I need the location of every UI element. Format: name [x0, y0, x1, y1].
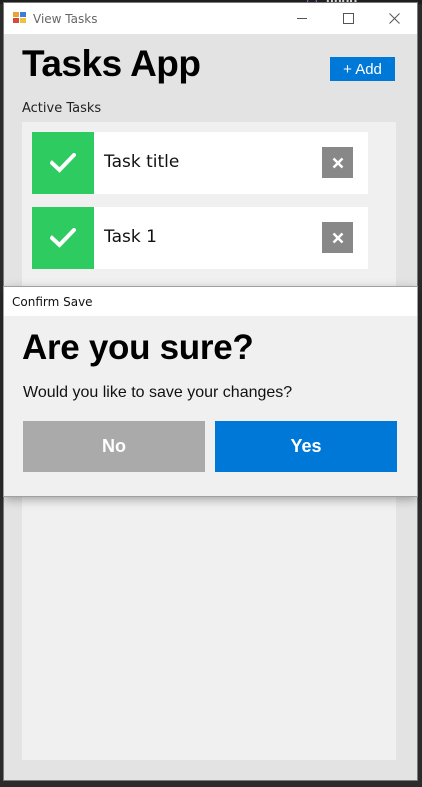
checkmark-icon: [50, 228, 76, 248]
minimize-button[interactable]: [279, 3, 325, 34]
task-title: Task title: [104, 152, 180, 172]
window-titlebar: View Tasks: [4, 3, 417, 34]
task-delete-button[interactable]: [322, 222, 353, 253]
minimize-icon: [296, 18, 307, 19]
app-windows-icon: [13, 12, 26, 24]
dialog-titlebar: Confirm Save: [4, 287, 417, 316]
add-task-button[interactable]: + Add: [330, 57, 395, 81]
maximize-button[interactable]: [325, 3, 371, 34]
task-title: Task 1: [104, 227, 157, 247]
section-label-active-tasks: Active Tasks: [22, 101, 102, 116]
close-x-icon: [332, 232, 343, 243]
task-complete-button[interactable]: [32, 207, 94, 269]
task-complete-button[interactable]: [32, 132, 94, 194]
no-button[interactable]: No: [23, 421, 205, 472]
task-row: Task title: [32, 132, 368, 194]
yes-button[interactable]: Yes: [215, 421, 397, 472]
close-icon: [388, 13, 400, 24]
confirm-save-dialog: Confirm Save Are you sure? Would you lik…: [4, 287, 417, 496]
dialog-title: Confirm Save: [12, 295, 93, 309]
maximize-icon: [342, 13, 354, 24]
dialog-heading: Are you sure?: [22, 328, 254, 367]
window-title: View Tasks: [33, 12, 98, 26]
page-title: Tasks App: [22, 43, 201, 84]
checkmark-icon: [50, 153, 76, 173]
dialog-message: Would you like to save your changes?: [23, 384, 293, 401]
task-delete-button[interactable]: [322, 147, 353, 178]
close-button[interactable]: [371, 3, 417, 34]
close-x-icon: [332, 157, 343, 168]
task-row: Task 1: [32, 207, 368, 269]
